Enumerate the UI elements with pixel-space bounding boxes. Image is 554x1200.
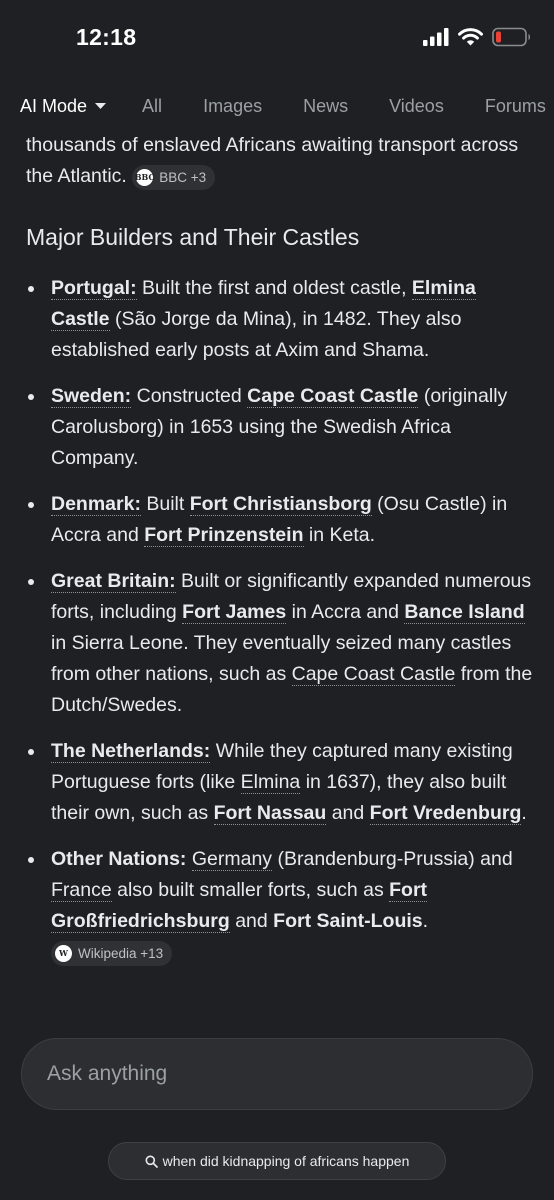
builders-list: Portugal: Built the first and oldest cas… — [26, 273, 538, 983]
text: and — [229, 910, 274, 932]
source-chip-bbc[interactable]: BBC BBC +3 — [132, 165, 216, 190]
list-item-portugal: Portugal: Built the first and oldest cas… — [26, 273, 538, 366]
link-sweden[interactable]: Sweden: — [51, 385, 132, 408]
text: (São Jorge da Mina), in 1482. They also … — [51, 308, 462, 361]
ai-response: thousands of enslaved Africans awaiting … — [0, 120, 554, 1020]
tab-news[interactable]: News — [303, 96, 348, 117]
link-cape-coast-castle[interactable]: Cape Coast Castle — [247, 385, 419, 408]
tab-ai-mode-label: AI Mode — [20, 95, 88, 116]
search-icon — [145, 1155, 158, 1168]
intro-paragraph: thousands of enslaved Africans awaiting … — [26, 130, 536, 192]
status-icons — [423, 27, 532, 47]
link-fort-james[interactable]: Fort James — [182, 601, 287, 624]
list-item-netherlands: The Netherlands: While they captured man… — [26, 736, 538, 829]
section-heading: Major Builders and Their Castles — [26, 224, 360, 250]
tab-all[interactable]: All — [142, 96, 162, 117]
link-denmark[interactable]: Denmark: — [51, 493, 141, 516]
tab-videos[interactable]: Videos — [389, 96, 444, 117]
link-great-britain[interactable]: Great Britain: — [51, 570, 176, 593]
suggested-search-text: when did kidnapping of africans happen — [162, 1153, 410, 1169]
suggested-search-chip[interactable]: when did kidnapping of africans happen — [108, 1142, 446, 1180]
search-mode-tabs: AI Mode All Images News Videos Forums Sh — [0, 80, 554, 132]
text: Constructed — [131, 385, 248, 407]
bbc-logo-icon: BBC — [135, 169, 155, 186]
status-time: 12:18 — [76, 24, 137, 50]
link-elmina[interactable]: Elmina — [240, 771, 301, 794]
text: Built — [140, 493, 190, 515]
link-portugal[interactable]: Portugal: — [51, 277, 137, 300]
tab-ai-mode[interactable]: AI Mode — [20, 95, 107, 117]
battery-low-icon — [492, 27, 530, 47]
link-fort-prinzenstein[interactable]: Fort Prinzenstein — [144, 524, 304, 547]
cellular-signal-icon — [423, 28, 449, 46]
list-item-great-britain: Great Britain: Built or significantly ex… — [26, 566, 538, 721]
text: (Brandenburg-Prussia) and — [272, 848, 513, 870]
link-fort-nassau[interactable]: Fort Nassau — [213, 802, 327, 825]
list-item-other-nations: Other Nations: Germany (Brandenburg-Prus… — [26, 844, 538, 968]
tab-forums[interactable]: Forums — [485, 96, 546, 117]
source-chip-label: BBC +3 — [159, 170, 207, 185]
link-bance-island[interactable]: Bance Island — [404, 601, 525, 624]
link-france[interactable]: France — [51, 879, 112, 902]
link-fort-christiansborg[interactable]: Fort Christiansborg — [189, 493, 372, 516]
source-chip-label: Wikipedia +13 — [78, 946, 164, 961]
link-fort-vredenburg[interactable]: Fort Vredenburg — [369, 802, 522, 825]
source-chip-wikipedia[interactable]: W Wikipedia +13 — [51, 941, 173, 966]
ask-input[interactable]: Ask anything — [21, 1038, 533, 1110]
ask-placeholder: Ask anything — [47, 1062, 168, 1085]
text: . — [422, 910, 429, 932]
link-cape-coast-castle[interactable]: Cape Coast Castle — [291, 663, 456, 686]
list-item-sweden: Sweden: Constructed Cape Coast Castle (o… — [26, 381, 538, 474]
text: in Accra and — [286, 601, 405, 623]
intro-text: thousands of enslaved Africans awaiting … — [26, 134, 519, 187]
text: in Keta. — [303, 524, 376, 546]
other-nations-label: Other Nations: — [51, 848, 187, 870]
list-item-denmark: Denmark: Built Fort Christiansborg (Osu … — [26, 489, 538, 551]
wifi-icon — [458, 28, 483, 46]
text: Built the first and oldest castle, — [136, 277, 412, 299]
tab-images[interactable]: Images — [203, 96, 262, 117]
text: . — [521, 802, 527, 824]
status-bar: 12:18 — [0, 0, 554, 80]
fort-saint-louis-label: Fort Saint-Louis — [273, 910, 423, 932]
link-germany[interactable]: Germany — [191, 848, 273, 871]
text: also built smaller forts, such as — [111, 879, 390, 901]
link-the-netherlands[interactable]: The Netherlands: — [51, 740, 211, 763]
wikipedia-logo-icon: W — [55, 945, 72, 962]
text: and — [326, 802, 370, 824]
chevron-down-icon — [95, 102, 107, 109]
